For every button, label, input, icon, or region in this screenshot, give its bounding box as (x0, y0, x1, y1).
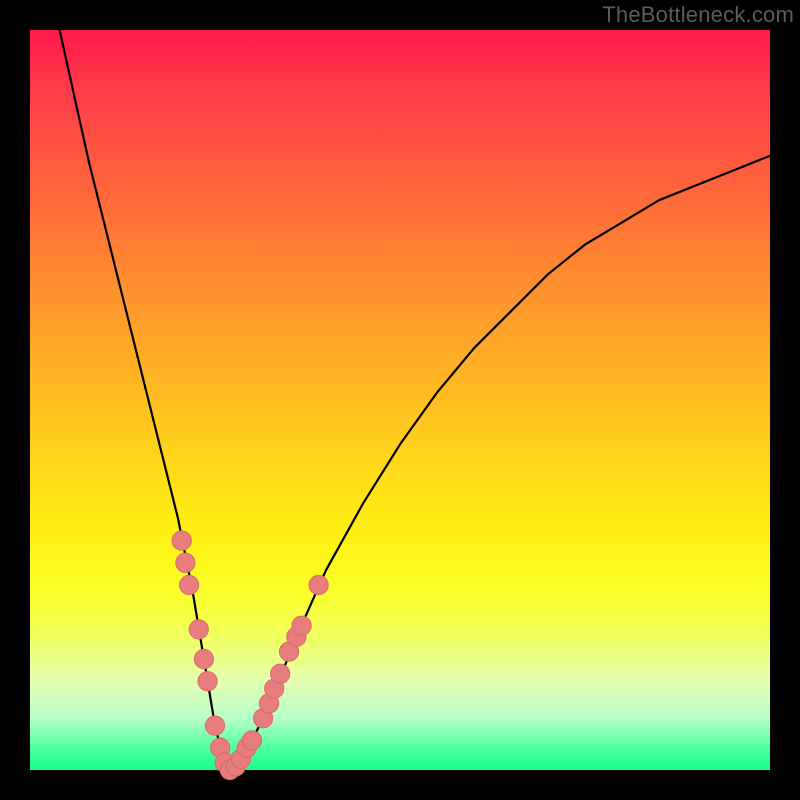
data-point-marker (309, 575, 328, 594)
watermark-text: TheBottleneck.com (602, 2, 794, 28)
chart-svg (30, 30, 770, 770)
plot-area (30, 30, 770, 770)
data-point-marker (292, 616, 311, 635)
data-point-marker (242, 731, 261, 750)
data-point-marker (194, 649, 213, 668)
chart-stage: TheBottleneck.com (0, 0, 800, 800)
data-point-marker (205, 716, 224, 735)
data-point-marker (172, 531, 191, 550)
data-point-marker (271, 664, 290, 683)
bottleneck-curve (60, 30, 770, 770)
data-point-marker (198, 672, 217, 691)
data-point-marker (189, 620, 208, 639)
data-point-marker (176, 553, 195, 572)
data-point-marker (179, 575, 198, 594)
